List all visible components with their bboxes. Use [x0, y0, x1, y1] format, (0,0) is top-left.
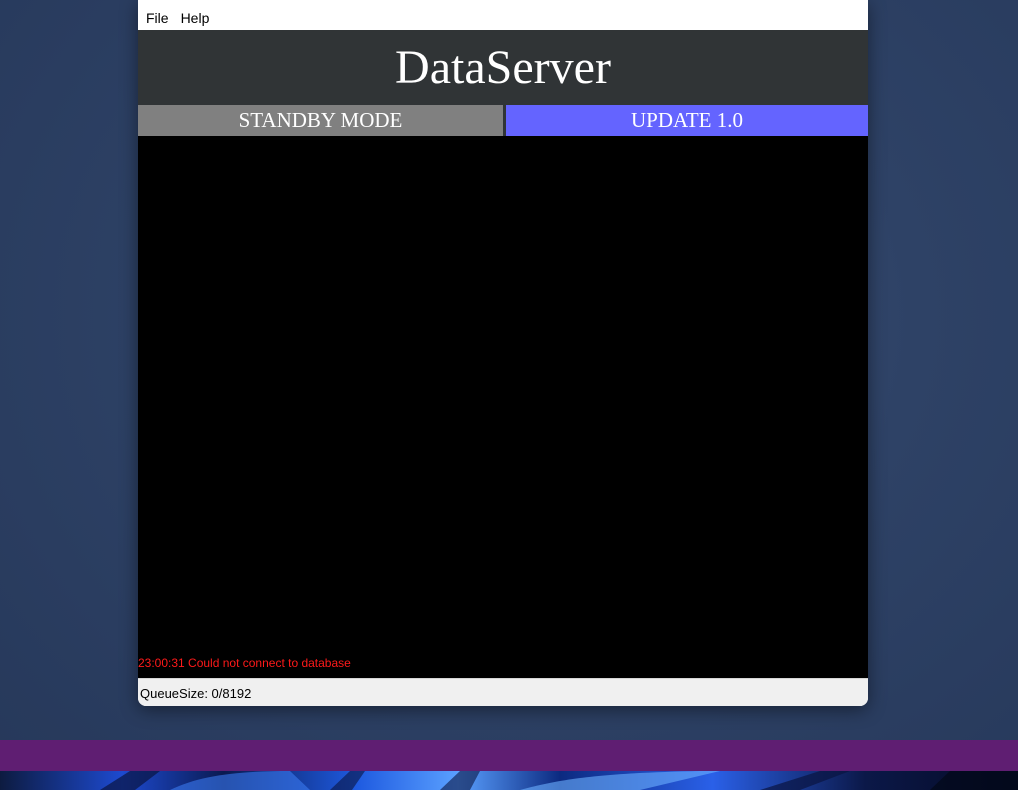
log-console: 23:00:31 Could not connect to database — [138, 136, 868, 678]
status-bar: QueueSize: 0/8192 — [138, 681, 868, 706]
wallpaper-bloom — [0, 771, 1018, 790]
menu-help[interactable]: Help — [175, 6, 216, 30]
mode-bar: STANDBY MODE UPDATE 1.0 — [138, 105, 868, 136]
app-title: DataServer — [395, 40, 611, 94]
log-line-error: 23:00:31 Could not connect to database — [138, 656, 351, 670]
wallpaper-wave-graphic — [100, 771, 1018, 790]
menu-bar: File Help — [138, 6, 868, 30]
queue-size-text: QueueSize: 0/8192 — [140, 686, 252, 701]
taskbar-accent-strip — [0, 740, 1018, 771]
standby-mode-button[interactable]: STANDBY MODE — [138, 105, 503, 136]
dataserver-window: File Help DataServer STANDBY MODE UPDATE… — [138, 0, 868, 706]
update-button[interactable]: UPDATE 1.0 — [506, 105, 868, 136]
menu-file[interactable]: File — [140, 6, 175, 30]
title-banner: DataServer — [138, 30, 868, 105]
